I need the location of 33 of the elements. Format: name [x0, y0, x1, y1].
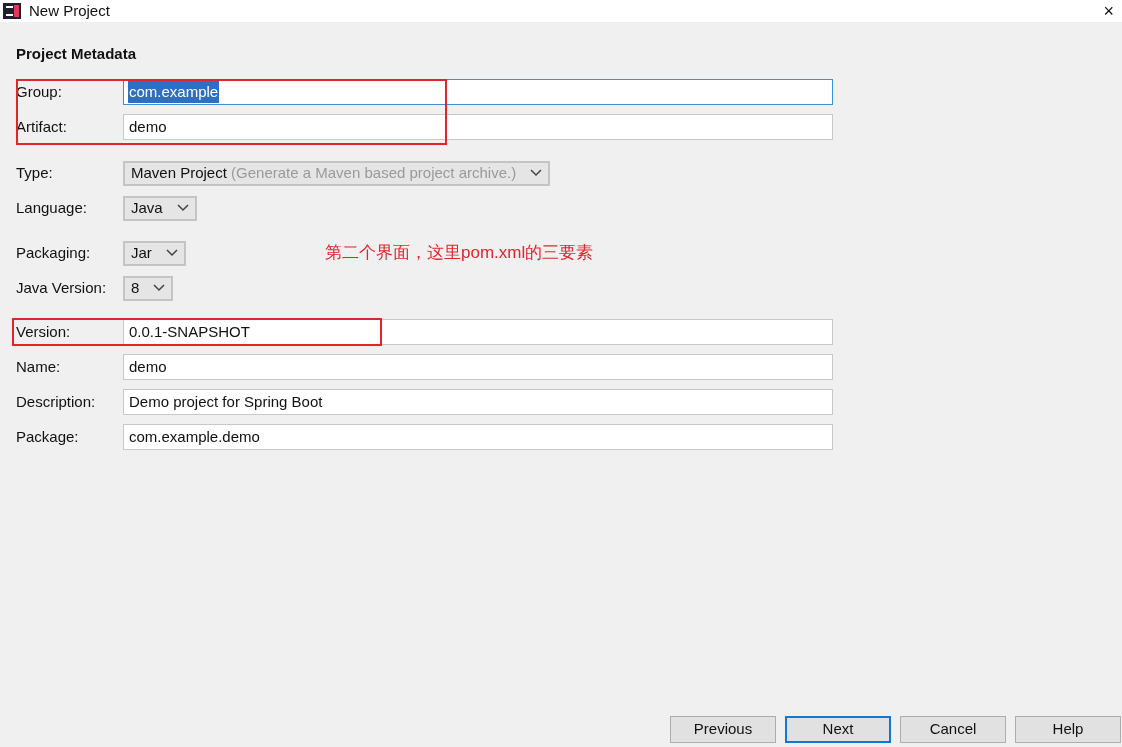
- field-label: Java Version:: [16, 277, 108, 298]
- field-label: Type:: [16, 162, 54, 183]
- field-label: Group:: [16, 81, 63, 102]
- window-title: New Project: [29, 0, 110, 21]
- field-label: Version:: [16, 321, 72, 342]
- text-field[interactable]: 0.0.1-SNAPSHOT: [123, 319, 833, 345]
- chevron-down-icon: [176, 204, 189, 212]
- field-label: Package:: [16, 426, 80, 447]
- field-label: Packaging:: [16, 242, 92, 263]
- field-label: Language:: [16, 197, 88, 218]
- chevron-down-icon: [165, 249, 178, 257]
- chevron-down-icon: [153, 284, 166, 292]
- section-heading: Project Metadata: [16, 44, 137, 64]
- field-label: Artifact:: [16, 116, 68, 137]
- app-icon: [3, 3, 21, 19]
- dialog-button[interactable]: Previous: [670, 716, 776, 743]
- dialog-button[interactable]: Next: [785, 716, 891, 743]
- annotation-text: 第二个界面，这里pom.xml的三要素: [325, 242, 594, 264]
- field-label: Name:: [16, 356, 62, 377]
- dropdown[interactable]: Jar: [123, 240, 186, 266]
- dropdown[interactable]: 8: [123, 275, 174, 301]
- dropdown[interactable]: Java: [123, 195, 197, 221]
- dialog-button[interactable]: Cancel: [900, 716, 1006, 743]
- text-field[interactable]: com.example: [123, 79, 833, 105]
- dialog-button[interactable]: Help: [1015, 716, 1121, 743]
- text-field[interactable]: demo: [123, 114, 833, 140]
- field-label: Description:: [16, 391, 97, 412]
- chevron-down-icon: [530, 169, 543, 177]
- dropdown[interactable]: Maven Project (Generate a Maven based project archive.): [123, 160, 551, 186]
- text-field[interactable]: Demo project for Spring Boot: [123, 389, 833, 415]
- text-field[interactable]: com.example.demo: [123, 424, 833, 450]
- text-field[interactable]: demo: [123, 354, 833, 380]
- close-button[interactable]: ×: [1103, 2, 1114, 20]
